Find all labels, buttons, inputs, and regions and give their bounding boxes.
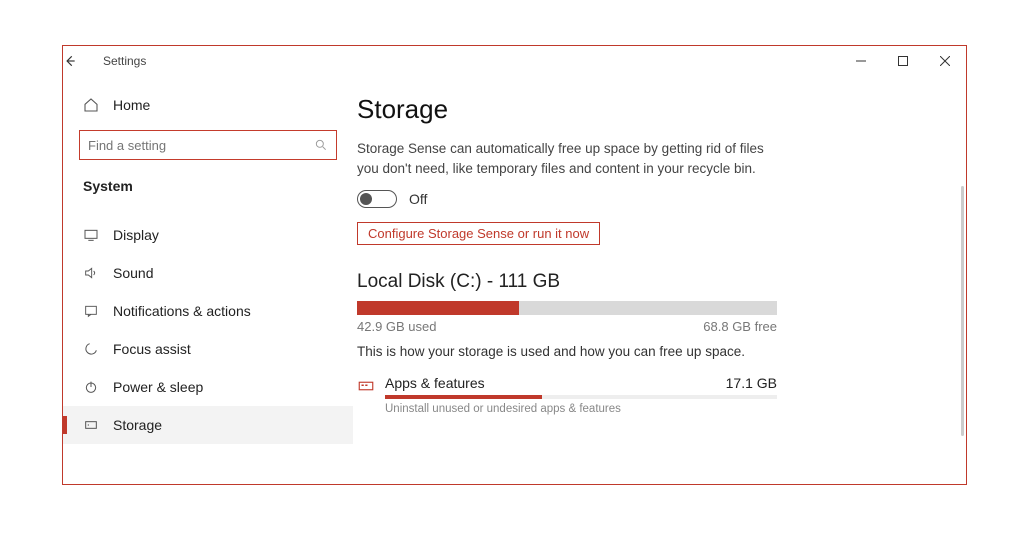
minimize-button[interactable] bbox=[840, 46, 882, 76]
sidebar-item-label: Home bbox=[105, 97, 150, 113]
toggle-state-label: Off bbox=[409, 191, 427, 207]
sidebar-item-home[interactable]: Home bbox=[63, 86, 353, 124]
focus-assist-icon bbox=[83, 341, 105, 357]
disk-free-label: 68.8 GB free bbox=[703, 319, 777, 334]
storage-sense-description: Storage Sense can automatically free up … bbox=[357, 139, 767, 180]
storage-sense-toggle-row: Off bbox=[357, 190, 936, 208]
sidebar-item-label: Storage bbox=[105, 417, 162, 433]
disk-stats: 42.9 GB used 68.8 GB free bbox=[357, 319, 777, 334]
disk-title: Local Disk (C:) - 111 GB bbox=[357, 271, 936, 293]
titlebar: Settings bbox=[63, 46, 966, 76]
category-subtitle: Uninstall unused or undesired apps & fea… bbox=[385, 403, 777, 415]
sidebar-item-display[interactable]: Display bbox=[63, 216, 353, 254]
toggle-knob bbox=[360, 193, 372, 205]
window-controls bbox=[840, 46, 966, 76]
notifications-icon bbox=[83, 303, 105, 319]
storage-sense-toggle[interactable] bbox=[357, 190, 397, 208]
sidebar-item-label: Display bbox=[105, 227, 159, 243]
disk-usage-description: This is how your storage is used and how… bbox=[357, 344, 936, 359]
disk-usage-fill bbox=[357, 301, 519, 315]
settings-window: Settings Home System bbox=[62, 45, 967, 485]
sidebar-item-label: Power & sleep bbox=[105, 379, 203, 395]
disk-usage-bar bbox=[357, 301, 777, 315]
category-size: 17.1 GB bbox=[726, 375, 777, 391]
configure-storage-sense-link[interactable]: Configure Storage Sense or run it now bbox=[357, 222, 600, 245]
category-bar bbox=[385, 395, 777, 399]
storage-icon bbox=[83, 417, 105, 433]
close-button[interactable] bbox=[924, 46, 966, 76]
power-icon bbox=[83, 379, 105, 395]
search-input[interactable] bbox=[88, 138, 314, 153]
display-icon bbox=[83, 227, 105, 243]
storage-category-apps-features[interactable]: Apps & features 17.1 GB Uninstall unused… bbox=[357, 375, 777, 415]
main-content: Storage Storage Sense can automatically … bbox=[353, 76, 966, 484]
maximize-button[interactable] bbox=[882, 46, 924, 76]
sidebar: Home System Display Sound bbox=[63, 76, 353, 484]
category-bar-fill bbox=[385, 395, 542, 399]
back-button[interactable] bbox=[63, 54, 103, 68]
page-title: Storage bbox=[357, 94, 936, 125]
search-box[interactable] bbox=[79, 130, 337, 160]
sidebar-item-focus-assist[interactable]: Focus assist bbox=[63, 330, 353, 368]
sidebar-item-label: Notifications & actions bbox=[105, 303, 251, 319]
sidebar-item-power-sleep[interactable]: Power & sleep bbox=[63, 368, 353, 406]
disk-used-label: 42.9 GB used bbox=[357, 319, 437, 334]
apps-features-icon bbox=[357, 375, 385, 395]
sidebar-item-notifications[interactable]: Notifications & actions bbox=[63, 292, 353, 330]
sidebar-section-title: System bbox=[63, 172, 353, 204]
window-body: Home System Display Sound bbox=[63, 76, 966, 484]
scrollbar[interactable] bbox=[961, 186, 964, 436]
sound-icon bbox=[83, 265, 105, 281]
sidebar-item-label: Sound bbox=[105, 265, 153, 281]
window-title: Settings bbox=[103, 54, 146, 68]
sidebar-item-sound[interactable]: Sound bbox=[63, 254, 353, 292]
category-name: Apps & features bbox=[385, 375, 485, 391]
search-icon bbox=[314, 138, 328, 152]
sidebar-item-label: Focus assist bbox=[105, 341, 191, 357]
home-icon bbox=[83, 97, 105, 113]
back-icon bbox=[63, 54, 77, 68]
sidebar-item-storage[interactable]: Storage bbox=[63, 406, 353, 444]
